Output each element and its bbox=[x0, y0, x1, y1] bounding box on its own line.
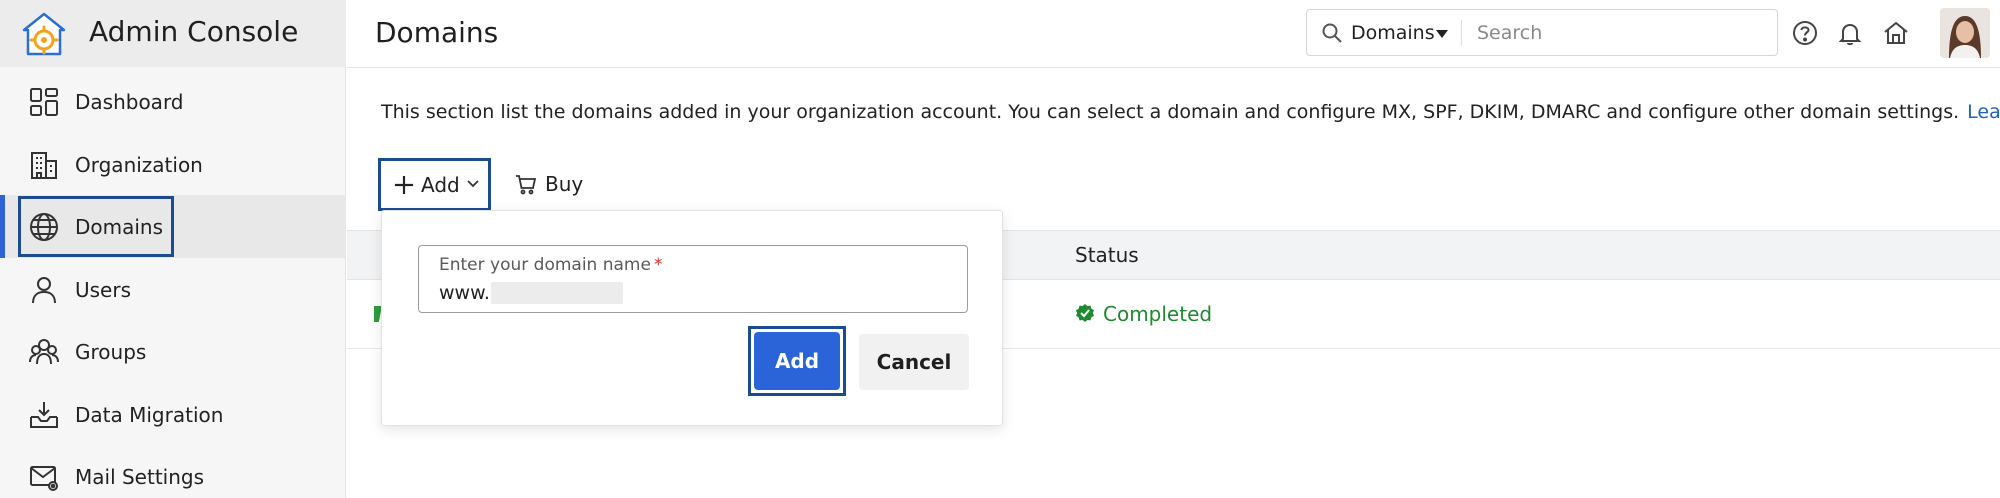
domain-field-label: Enter your domain name * bbox=[439, 254, 662, 276]
sidebar-item-label: Users bbox=[75, 278, 132, 302]
buy-label: Buy bbox=[545, 172, 584, 196]
home-icon[interactable] bbox=[1882, 19, 1910, 47]
dashboard-icon bbox=[30, 88, 58, 116]
required-mark: * bbox=[653, 255, 663, 275]
avatar[interactable] bbox=[1940, 8, 1990, 58]
status-text: Completed bbox=[1103, 302, 1213, 326]
inbox-download-icon bbox=[30, 402, 58, 428]
sidebar-item-dashboard[interactable]: Dashboard bbox=[0, 70, 346, 133]
chevron-down-icon bbox=[467, 180, 479, 188]
sidebar-item-groups[interactable]: Groups bbox=[0, 320, 346, 383]
search-input[interactable] bbox=[1477, 18, 1767, 48]
sidebar-item-label: Organization bbox=[75, 153, 203, 177]
sidebar-item-mail-settings[interactable]: Mail Settings bbox=[0, 445, 346, 498]
app-title: Admin Console bbox=[89, 15, 299, 48]
search-icon bbox=[1322, 23, 1342, 43]
help-icon[interactable] bbox=[1791, 19, 1819, 47]
column-header-status[interactable]: Status bbox=[1075, 241, 1139, 269]
domain-name-field[interactable]: Enter your domain name * www. bbox=[418, 245, 968, 313]
cart-icon bbox=[516, 175, 537, 195]
add-label: Add bbox=[421, 173, 460, 197]
sidebar-item-label: Domains bbox=[75, 215, 164, 239]
add-domain-submit-button[interactable]: Add bbox=[754, 332, 840, 390]
sidebar-item-domains[interactable]: Domains bbox=[0, 195, 346, 258]
user-icon bbox=[32, 277, 56, 304]
search-scope-dropdown[interactable]: Domains bbox=[1351, 20, 1435, 46]
sidebar-item-organization[interactable]: Organization bbox=[0, 133, 346, 196]
verified-check-icon bbox=[1076, 304, 1094, 322]
domain-name-input[interactable] bbox=[491, 280, 701, 306]
admin-console-logo-icon bbox=[22, 12, 66, 56]
building-icon bbox=[31, 152, 57, 179]
sidebar-item-data-migration[interactable]: Data Migration bbox=[0, 383, 346, 446]
brand-header: Admin Console bbox=[0, 0, 346, 67]
header-divider bbox=[347, 67, 2000, 68]
sidebar-item-label: Mail Settings bbox=[75, 465, 205, 489]
description-text: This section list the domains added in y… bbox=[381, 101, 1960, 123]
active-indicator bbox=[0, 195, 5, 258]
domain-prefix: www. bbox=[439, 282, 490, 304]
group-icon bbox=[29, 339, 59, 365]
sidebar-item-users[interactable]: Users bbox=[0, 258, 346, 321]
cancel-button[interactable]: Cancel bbox=[859, 334, 969, 390]
globe-icon bbox=[30, 213, 58, 241]
sidebar-item-label: Data Migration bbox=[75, 403, 224, 427]
caret-down-icon[interactable] bbox=[1435, 29, 1449, 39]
search-divider bbox=[1461, 20, 1462, 46]
mail-settings-icon bbox=[30, 466, 58, 491]
add-domain-dropdown-button[interactable]: Add bbox=[378, 158, 491, 211]
sidebar-item-label: Groups bbox=[75, 340, 147, 364]
learn-more-link[interactable]: Learn more bbox=[1967, 101, 2000, 123]
plus-icon bbox=[395, 176, 413, 194]
add-domain-popover: Enter your domain name * www. Add Cancel bbox=[381, 210, 1003, 426]
sidebar: Admin Console Dashboard Organization Dom… bbox=[0, 0, 346, 498]
domain-field-label-text: Enter your domain name bbox=[439, 255, 651, 275]
page-title: Domains bbox=[375, 16, 499, 49]
search-bar: Domains bbox=[1306, 9, 1778, 56]
section-description: This section list the domains added in y… bbox=[381, 98, 2000, 126]
bell-icon[interactable] bbox=[1836, 19, 1864, 47]
sidebar-item-label: Dashboard bbox=[75, 90, 184, 114]
